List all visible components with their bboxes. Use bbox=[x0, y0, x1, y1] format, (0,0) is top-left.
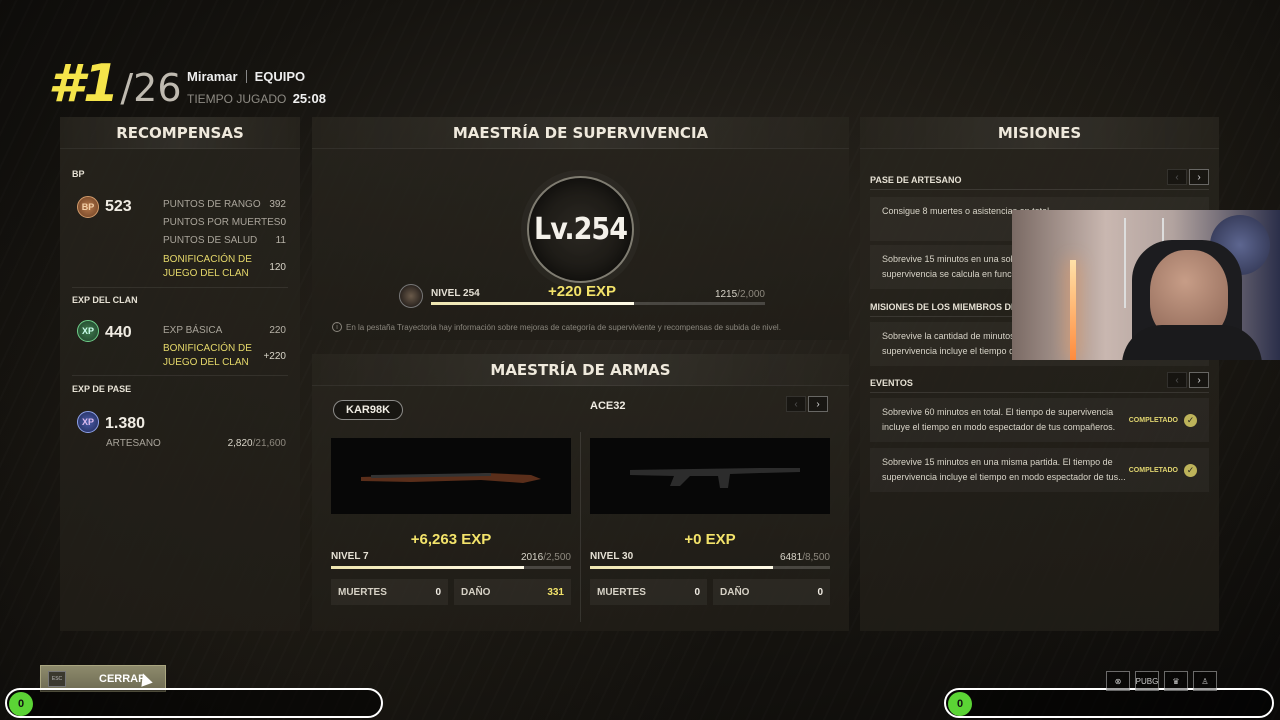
next-mission-button[interactable]: › bbox=[1189, 169, 1209, 185]
weapon-progress-count: 6481/8,500 bbox=[779, 552, 830, 563]
weapon-progress-fill bbox=[331, 566, 525, 569]
pass-exp-total: 1.380 bbox=[105, 415, 146, 432]
bp-row: PUNTOS POR MUERTES 0 bbox=[163, 217, 286, 228]
bp-icon: BP bbox=[77, 196, 99, 218]
clan-exp-row: EXP BÁSICA 220 bbox=[163, 325, 286, 336]
weapon-card: ACE32 +0 EXP NIVEL 30 6481/8,500 MUERTES… bbox=[590, 396, 830, 621]
next-event-button[interactable]: › bbox=[1189, 372, 1209, 388]
event-nav: ‹ › bbox=[1167, 372, 1209, 388]
weapon-image bbox=[590, 438, 830, 514]
trajectory-note: i En la pestaña Trayectoria hay informac… bbox=[332, 322, 781, 332]
survival-progress-bar bbox=[431, 302, 765, 305]
bottom-right-icons: ⊗ PUBG ♛ ♙ bbox=[1106, 671, 1217, 691]
level-emblem: Lv.254 bbox=[527, 176, 634, 283]
check-icon: ✓ bbox=[1184, 463, 1197, 477]
left-counter-bar: 0 bbox=[5, 688, 383, 718]
survival-progress-count: 1215/2,000 bbox=[714, 289, 765, 300]
right-counter-bar: 0 bbox=[944, 688, 1274, 718]
kills-stat: MUERTES 0 bbox=[331, 579, 448, 605]
damage-stat: DAÑO 331 bbox=[454, 579, 571, 605]
map-name: Miramar bbox=[187, 69, 238, 84]
weapon-mastery-title: MAESTRÍA DE ARMAS bbox=[312, 354, 849, 386]
weapon-level: NIVEL 7 bbox=[331, 551, 369, 562]
event-card: Sobrevive 60 minutos en total. El tiempo… bbox=[870, 398, 1209, 442]
weapon-exp-gain: +0 EXP bbox=[684, 531, 736, 548]
time-played-value: 25:08 bbox=[292, 91, 326, 106]
kills-stat: MUERTES 0 bbox=[590, 579, 707, 605]
placement-rank: #1 bbox=[48, 54, 119, 114]
assault-rifle-icon bbox=[630, 468, 800, 488]
clan-exp-section-label: EXP DEL CLAN bbox=[72, 295, 138, 305]
mission-nav: ‹ › bbox=[1167, 169, 1209, 185]
bp-section-label: BP bbox=[72, 169, 85, 179]
pass-xp-icon: XP bbox=[77, 411, 99, 433]
bp-row: PUNTOS DE RANGO 392 bbox=[163, 199, 286, 210]
clan-exp-total: 440 bbox=[105, 324, 132, 341]
weapon-progress-count: 2016/2,500 bbox=[520, 552, 571, 563]
separator bbox=[245, 70, 247, 83]
weapon-name[interactable]: ACE32 bbox=[590, 400, 625, 412]
weapon-mastery-panel: MAESTRÍA DE ARMAS ‹ › KAR98K +6,263 EXP … bbox=[312, 354, 849, 631]
info-icon: i bbox=[332, 322, 342, 332]
survival-progress-fill bbox=[431, 302, 634, 305]
webcam-overlay bbox=[1012, 210, 1280, 360]
weapon-exp-gain: +6,263 EXP bbox=[410, 531, 492, 548]
weapon-progress-fill bbox=[590, 566, 773, 569]
completed-tag: COMPLETADO ✓ bbox=[1129, 463, 1197, 478]
placement-total: /26 bbox=[120, 66, 182, 110]
completed-tag: COMPLETADO ✓ bbox=[1129, 413, 1197, 428]
crosshair-icon[interactable]: ⊗ bbox=[1106, 671, 1130, 691]
missions-title: MISIONES bbox=[860, 117, 1219, 149]
placement: #1 /26 bbox=[48, 54, 182, 114]
divider bbox=[72, 375, 288, 376]
prev-mission-button[interactable]: ‹ bbox=[1167, 169, 1187, 185]
game-mode: EQUIPO bbox=[254, 69, 306, 84]
damage-stat: DAÑO 0 bbox=[713, 579, 830, 605]
event-card: Sobrevive 15 minutos en una misma partid… bbox=[870, 448, 1209, 492]
rewards-panel: RECOMPENSAS BP BP 523 PUNTOS DE RANGO 392… bbox=[60, 117, 300, 631]
divider bbox=[870, 392, 1209, 393]
clan-exp-row-bonus: BONIFICACIÓN DE JUEGO DEL CLAN +220 bbox=[163, 343, 286, 368]
weapon-name[interactable]: KAR98K bbox=[333, 400, 404, 420]
survival-level-label: NIVEL 254 bbox=[431, 288, 480, 299]
bp-total: 523 bbox=[105, 198, 132, 215]
weapon-card: KAR98K +6,263 EXP NIVEL 7 2016/2,500 MUE… bbox=[331, 396, 571, 621]
divider bbox=[870, 189, 1209, 190]
left-counter: 0 bbox=[9, 692, 33, 716]
streamer-body bbox=[1122, 325, 1262, 360]
clan-icon[interactable]: ♛ bbox=[1164, 671, 1188, 691]
weapon-progress-bar bbox=[590, 566, 830, 569]
led-lamp bbox=[1070, 260, 1076, 360]
rewards-title: RECOMPENSAS bbox=[60, 117, 300, 149]
right-counter: 0 bbox=[948, 692, 972, 716]
level-display: Lv.254 bbox=[534, 212, 628, 247]
mission-section-label: EVENTOS bbox=[870, 378, 913, 388]
divider bbox=[72, 287, 288, 288]
survival-mastery-title: MAESTRÍA DE SUPERVIVENCIA bbox=[312, 117, 849, 149]
weapon-progress-bar bbox=[331, 566, 571, 569]
survivor-rank-icon bbox=[399, 284, 423, 308]
time-played-label: TIEMPO JUGADO bbox=[187, 92, 287, 106]
mission-section-label: PASE DE ARTESANO bbox=[870, 175, 962, 185]
bp-row: PUNTOS DE SALUD 11 bbox=[163, 235, 286, 246]
check-icon: ✓ bbox=[1184, 413, 1197, 427]
survival-exp-gain: +220 EXP bbox=[548, 283, 616, 300]
prev-event-button[interactable]: ‹ bbox=[1167, 372, 1187, 388]
match-info: Miramar EQUIPO TIEMPO JUGADO 25:08 bbox=[187, 69, 326, 106]
profile-icon[interactable]: ♙ bbox=[1193, 671, 1217, 691]
weapon-image bbox=[331, 438, 571, 514]
missions-panel: MISIONES PASE DE ARTESANO ‹ › Consigue 8… bbox=[860, 117, 1219, 631]
column-divider bbox=[580, 432, 581, 622]
bp-row-clan-bonus: BONIFICACIÓN DE JUEGO DEL CLAN 120 bbox=[163, 254, 286, 279]
pass-progress: 2,820/21,600 bbox=[227, 438, 286, 449]
pass-exp-section-label: EXP DE PASE bbox=[72, 384, 132, 394]
pass-tier: ARTESANO bbox=[106, 438, 161, 449]
esc-key-icon: ESC bbox=[48, 670, 66, 687]
weapon-level: NIVEL 30 bbox=[590, 551, 634, 562]
clan-xp-icon: XP bbox=[77, 320, 99, 342]
rifle-icon bbox=[361, 473, 541, 483]
pubg-icon[interactable]: PUBG bbox=[1135, 671, 1159, 691]
survival-mastery-panel: MAESTRÍA DE SUPERVIVENCIA Lv.254 NIVEL 2… bbox=[312, 117, 849, 340]
